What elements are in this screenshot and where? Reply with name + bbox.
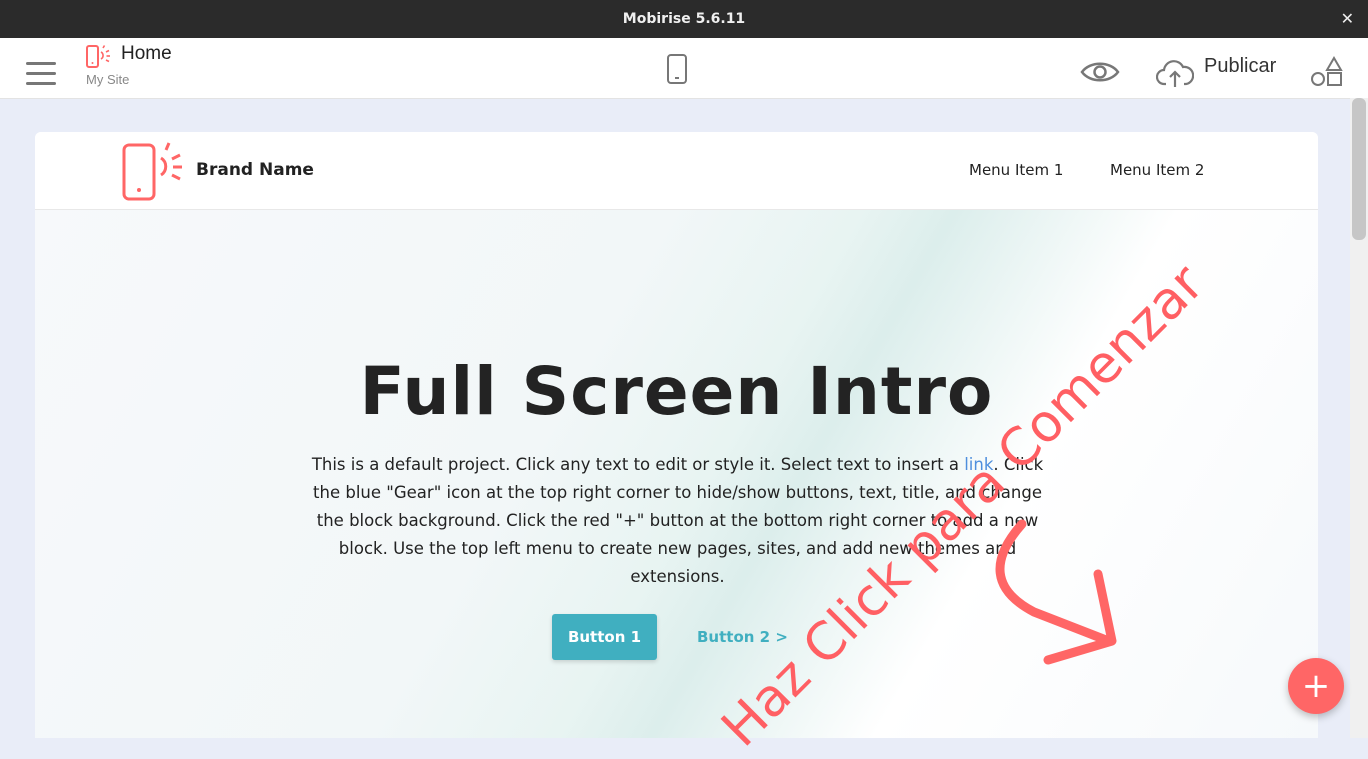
site-name[interactable]: My Site bbox=[86, 72, 129, 87]
cloud-upload-icon[interactable] bbox=[1156, 58, 1194, 88]
hero-title[interactable]: Full Screen Intro bbox=[35, 353, 1318, 430]
hamburger-menu-icon[interactable] bbox=[26, 62, 56, 86]
shapes-icon[interactable] bbox=[1310, 56, 1344, 88]
hero-text-end: . Click the blue "Gear" icon at the top … bbox=[313, 455, 1044, 586]
hero-text-start: This is a default project. Click any tex… bbox=[311, 455, 965, 474]
brand-name[interactable]: Brand Name bbox=[196, 160, 314, 180]
site-canvas: Brand Name Menu Item 1 Menu Item 2 Full … bbox=[35, 132, 1318, 738]
menu-item-1[interactable]: Menu Item 1 bbox=[969, 161, 1063, 179]
scrollbar-thumb[interactable] bbox=[1352, 98, 1366, 240]
brand-logo-icon[interactable] bbox=[121, 140, 187, 204]
eye-icon[interactable] bbox=[1080, 60, 1120, 84]
site-navbar: Brand Name Menu Item 1 Menu Item 2 bbox=[35, 132, 1318, 210]
hero-section: Full Screen Intro This is a default proj… bbox=[35, 210, 1318, 738]
menu-item-2[interactable]: Menu Item 2 bbox=[1110, 161, 1204, 179]
add-block-button[interactable]: + bbox=[1288, 658, 1344, 714]
page-name[interactable]: Home bbox=[121, 43, 172, 65]
window-title: Mobirise 5.6.11 bbox=[622, 11, 746, 27]
close-icon[interactable]: ✕ bbox=[1341, 9, 1354, 28]
hero-text[interactable]: This is a default project. Click any tex… bbox=[310, 451, 1045, 591]
publish-button[interactable]: Publicar bbox=[1204, 55, 1276, 78]
hero-link[interactable]: link bbox=[964, 455, 993, 474]
button-1[interactable]: Button 1 bbox=[552, 614, 657, 660]
app-toolbar: Home My Site Publicar bbox=[0, 38, 1368, 99]
button-2[interactable]: Button 2 > bbox=[697, 628, 788, 646]
mobile-view-icon[interactable] bbox=[666, 53, 688, 85]
page-icon bbox=[86, 45, 110, 68]
window-titlebar: Mobirise 5.6.11 ✕ bbox=[0, 0, 1368, 38]
